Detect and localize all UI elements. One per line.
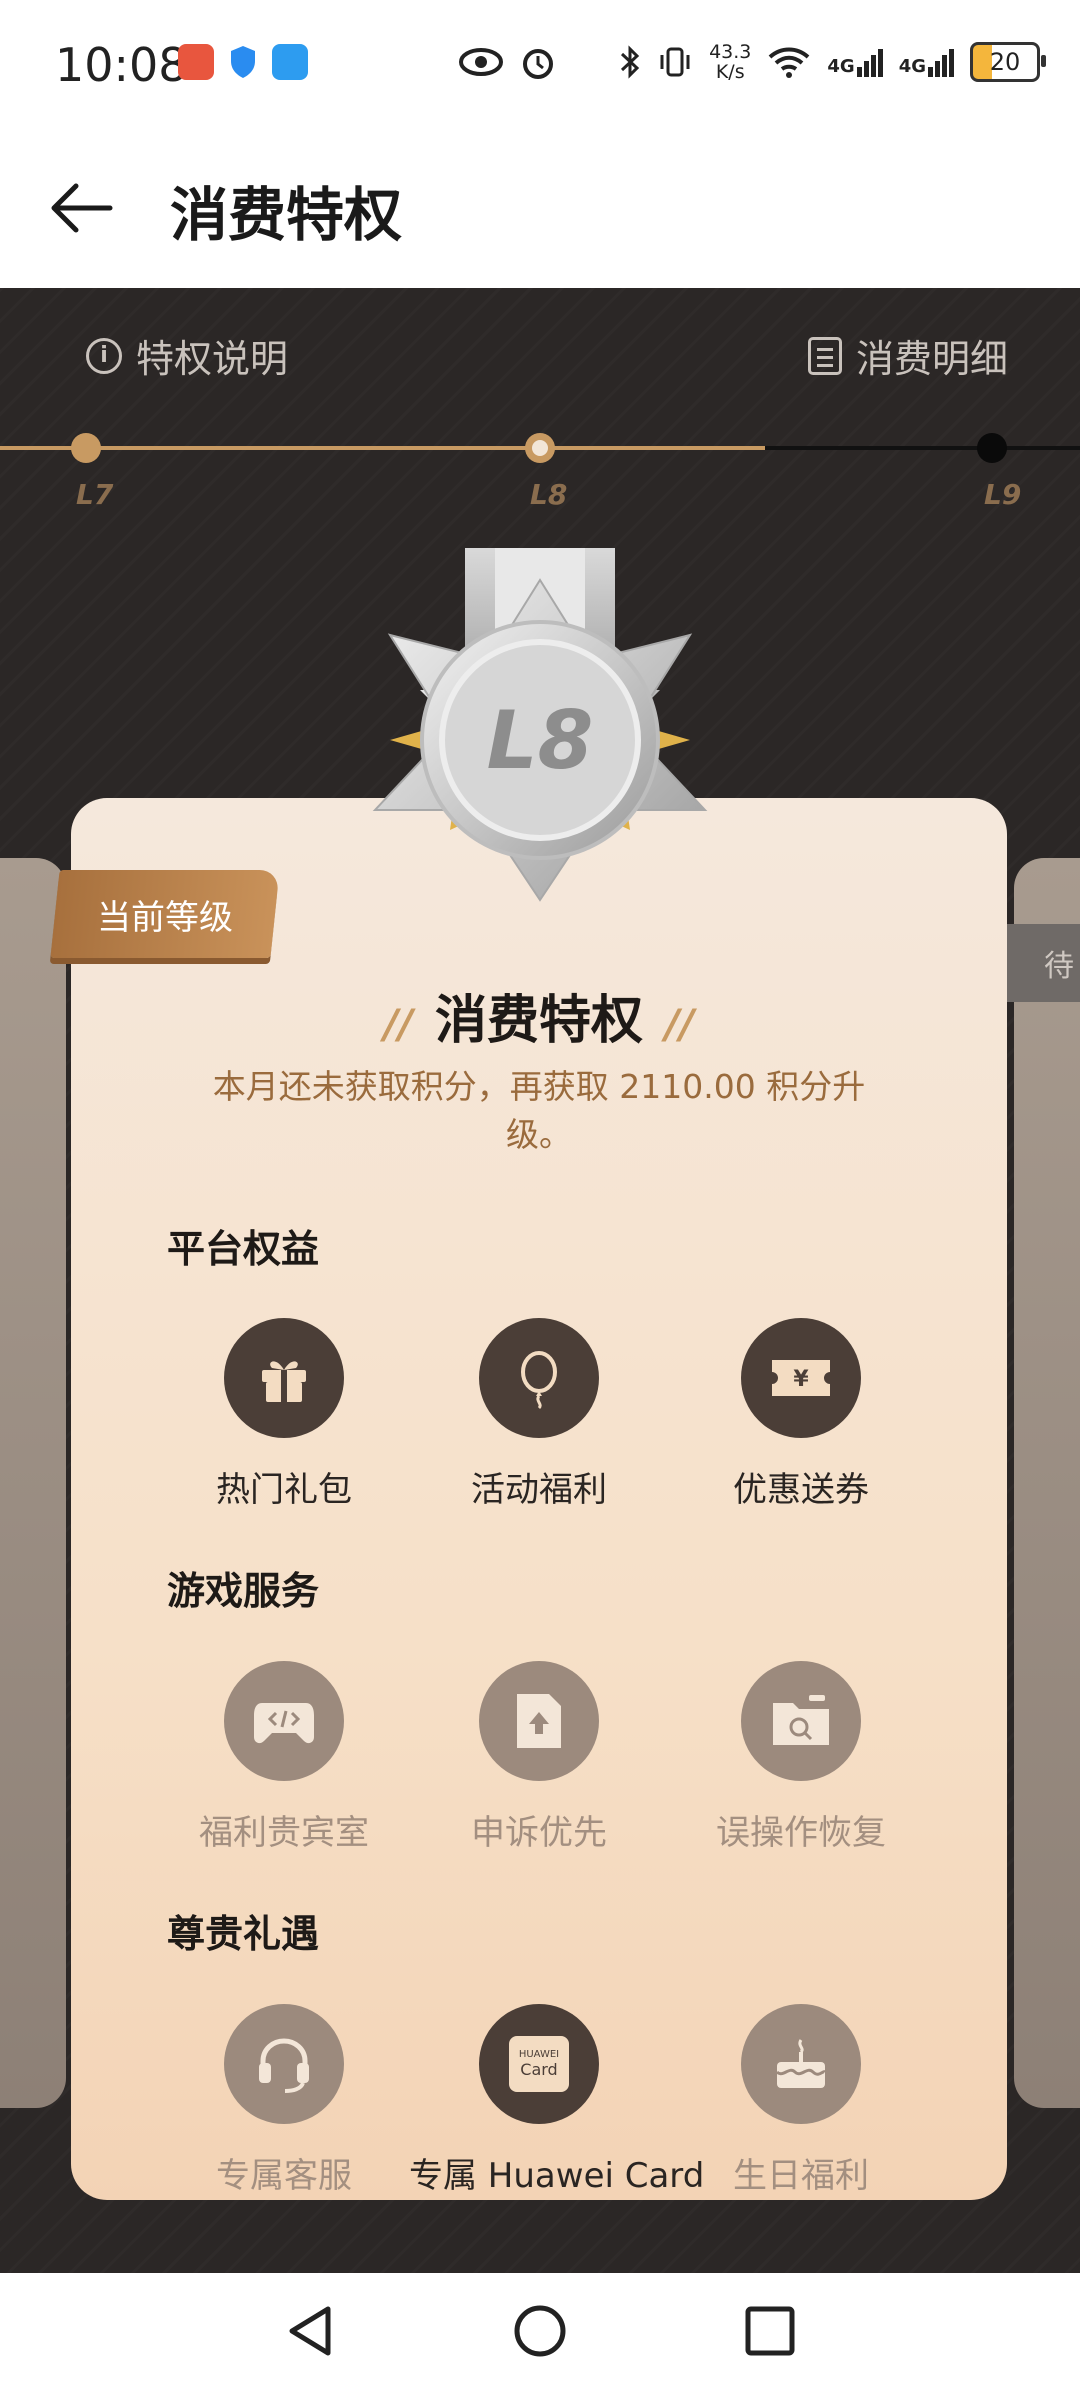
benefit-huawei-card[interactable]: HUAWEI Card 专属 Huawei Card xyxy=(409,2004,705,2197)
back-arrow-icon xyxy=(51,183,113,233)
net-speed: 43.3 K/s xyxy=(709,42,751,82)
level-node-l8[interactable] xyxy=(525,433,555,463)
nav-recent-button[interactable] xyxy=(742,2303,798,2363)
nav-back-button[interactable] xyxy=(282,2303,338,2363)
benefit-label: 生日福利 xyxy=(733,2156,869,2196)
section-title-game-service: 游戏服务 xyxy=(167,1560,319,1615)
benefit-exclusive-service[interactable]: 专属客服 xyxy=(154,2004,414,2197)
previous-level-card[interactable] xyxy=(0,858,66,2108)
bluetooth-icon xyxy=(621,45,640,79)
next-level-tag: 待 xyxy=(996,924,1080,1002)
balloon-icon xyxy=(479,1318,599,1438)
medal-level-text: L8 xyxy=(487,694,594,787)
benefit-label: 福利贵宾室 xyxy=(199,1813,369,1853)
net-speed-unit: K/s xyxy=(715,61,745,83)
signal-4g-2: 4G xyxy=(899,47,954,77)
gamepad-icon xyxy=(224,1661,344,1781)
medal-icon: L8 xyxy=(372,548,708,902)
benefit-appeal-priority[interactable]: 申诉优先 xyxy=(409,1661,669,1854)
level-node-l9[interactable] xyxy=(977,433,1007,463)
huawei-card-icon: HUAWEI Card xyxy=(479,2004,599,2124)
section-title-platform: 平台权益 xyxy=(167,1218,319,1273)
circle-home-icon xyxy=(514,2305,566,2357)
signal-bars-icon xyxy=(928,49,954,77)
level-progress-remaining xyxy=(765,446,1080,450)
alarm-icon xyxy=(523,49,554,79)
section-title-vip-treatment: 尊贵礼遇 xyxy=(167,1903,319,1958)
birthday-cake-icon xyxy=(741,2004,861,2124)
level-label-l8: L8 xyxy=(530,478,568,511)
signal-4g-1: 4G xyxy=(827,47,883,77)
benefit-label: 专属 Huawei Card xyxy=(409,2156,705,2196)
huawei-card-brand: HUAWEI xyxy=(518,2049,560,2060)
upgrade-hint: 本月还未获取积分，再获取 2110.00 积分升级。 xyxy=(212,1067,866,1154)
privilege-info-link[interactable]: i 特权说明 xyxy=(86,328,288,383)
next-level-tag-text: 待 xyxy=(1044,949,1074,984)
level-label-l7: L7 xyxy=(76,478,114,511)
eye-icon xyxy=(459,48,504,76)
benefit-label: 优惠送券 xyxy=(733,1470,869,1510)
benefit-activity[interactable]: 活动福利 xyxy=(409,1318,669,1511)
back-button[interactable] xyxy=(46,178,116,238)
notification-icons xyxy=(178,44,308,80)
page-title: 消费特权 xyxy=(170,181,403,249)
level-node-l7[interactable] xyxy=(71,433,101,463)
svg-text:¥: ¥ xyxy=(793,1367,809,1392)
card-title-text: 消费特权 xyxy=(434,991,643,1051)
benefit-vip-room[interactable]: 福利贵宾室 xyxy=(154,1661,414,1854)
benefit-label: 申诉优先 xyxy=(471,1813,607,1853)
benefit-label: 热门礼包 xyxy=(216,1470,352,1510)
title-decoration-left: // xyxy=(383,1002,413,1048)
app-header: 消费特权 xyxy=(0,130,1080,288)
shield-icon xyxy=(228,44,258,80)
system-nav-bar xyxy=(0,2273,1080,2388)
app-notification-icon xyxy=(178,44,214,80)
system-status-icons: 43.3 K/s 4G 4G 20 xyxy=(459,42,1046,82)
document-icon xyxy=(807,336,842,375)
headset-icon xyxy=(224,2004,344,2124)
battery-indicator: 20 xyxy=(970,42,1046,82)
square-recent-icon xyxy=(745,2306,795,2356)
signal-bars-icon xyxy=(856,49,883,77)
signal-label-1: 4G xyxy=(827,56,855,77)
status-bar: 10:08 43.3 K/s 4G 4G 20 xyxy=(0,0,1080,130)
level-medal: L8 xyxy=(330,540,750,990)
privilege-info-label: 特权说明 xyxy=(136,337,289,381)
signal-label-2: 4G xyxy=(898,56,926,77)
benefit-label: 误操作恢复 xyxy=(716,1813,886,1853)
benefit-label: 专属客服 xyxy=(216,2156,352,2196)
restore-icon xyxy=(741,1661,861,1781)
battery-level: 20 xyxy=(989,48,1021,76)
nav-home-button[interactable] xyxy=(512,2303,568,2363)
status-time: 10:08 xyxy=(55,38,188,92)
benefit-coupon[interactable]: ¥ 优惠送券 xyxy=(671,1318,931,1511)
huawei-card-graphic: HUAWEI Card xyxy=(509,2036,569,2092)
triangle-back-icon xyxy=(289,2306,331,2356)
benefit-label: 活动福利 xyxy=(471,1470,607,1510)
next-level-card[interactable] xyxy=(1014,858,1080,2108)
net-speed-value: 43.3 xyxy=(709,41,752,63)
coupon-icon: ¥ xyxy=(741,1318,861,1438)
benefit-restore[interactable]: 误操作恢复 xyxy=(671,1661,931,1854)
upload-file-icon xyxy=(479,1661,599,1781)
wifi-icon xyxy=(769,47,810,78)
level-label-l9: L9 xyxy=(984,478,1022,511)
benefit-birthday[interactable]: 生日福利 xyxy=(671,2004,931,2197)
gift-icon xyxy=(224,1318,344,1438)
level-progress-line xyxy=(0,446,765,450)
current-level-badge-text: 当前等级 xyxy=(97,897,233,938)
consumption-detail-label: 消费明细 xyxy=(855,337,1008,381)
current-level-card: // 消费特权 // 本月还未获取积分，再获取 2110.00 积分升级。 平台权益… xyxy=(71,798,1007,2200)
message-app-icon xyxy=(272,44,308,80)
title-decoration-right: // xyxy=(665,1002,695,1048)
consumption-detail-link[interactable]: 消费明细 xyxy=(807,328,1008,383)
info-icon: i xyxy=(86,337,122,374)
benefit-hot-gift[interactable]: 热门礼包 xyxy=(154,1318,414,1511)
vibrate-icon xyxy=(660,47,690,77)
huawei-card-word: Card xyxy=(520,2060,558,2079)
current-level-badge: 当前等级 xyxy=(50,870,280,958)
